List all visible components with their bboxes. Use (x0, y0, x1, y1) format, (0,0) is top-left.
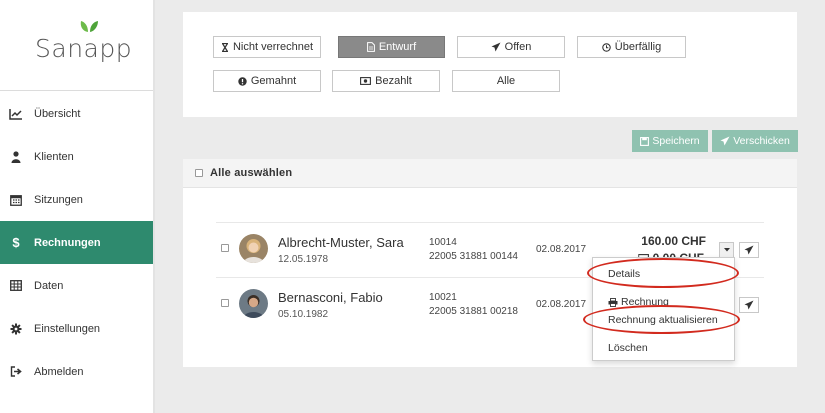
filter-label: Überfällig (614, 41, 662, 53)
client-dob: 05.10.1982 (278, 309, 329, 320)
avatar (239, 289, 268, 318)
filter-gemahnt-button[interactable]: Gemahnt (213, 70, 321, 92)
money-icon (360, 77, 372, 85)
send-button[interactable]: Verschicken (712, 130, 798, 152)
sidebar-item-rechnungen[interactable]: $ Rechnungen (0, 221, 153, 264)
paper-plane-icon (491, 42, 501, 52)
list-header: Alle auswählen (183, 159, 797, 188)
send-label: Verschicken (733, 135, 790, 147)
paper-plane-icon (720, 136, 730, 146)
filter-label: Alle (496, 75, 516, 87)
row-checkbox[interactable] (221, 299, 229, 307)
filter-ueberfaellig-button[interactable]: Überfällig (577, 36, 686, 58)
row-send-button[interactable] (739, 297, 759, 313)
menu-item-label: Rechnung aktualisieren (608, 314, 718, 326)
sidebar: Sanapp Übersicht Klienten Sitzungen $ Re… (0, 0, 155, 413)
menu-item-rechnung[interactable]: Rechnung (608, 296, 669, 308)
menu-item-label: Löschen (608, 342, 648, 354)
client-dob: 12.05.1978 (278, 254, 329, 265)
menu-item-loeschen[interactable]: Löschen (608, 342, 648, 354)
caret-down-icon (723, 248, 730, 252)
paper-plane-icon (744, 300, 754, 310)
filter-bezahlt-button[interactable]: Bezahlt (332, 70, 440, 92)
invoice-date: 02.08.2017 (536, 244, 587, 255)
filter-label: Entwurf (378, 41, 417, 53)
row-divider (216, 222, 764, 223)
sidebar-item-label: Sitzungen (34, 193, 83, 206)
app-logo: Sanapp (35, 34, 133, 63)
save-label: Speichern (652, 135, 700, 147)
filter-entwurf-button[interactable]: Entwurf (338, 36, 445, 58)
menu-item-details[interactable]: Details (608, 268, 640, 280)
row-send-button[interactable] (739, 242, 759, 258)
filter-alle-button[interactable]: Alle (452, 70, 560, 92)
sidebar-item-abmelden[interactable]: Abmelden (0, 350, 153, 393)
dollar-icon: $ (12, 235, 20, 250)
file-icon (366, 42, 375, 52)
filter-offen-button[interactable]: Offen (457, 36, 565, 58)
sidebar-divider (0, 90, 153, 91)
sidebar-item-label: Übersicht (34, 107, 81, 120)
sidebar-item-daten[interactable]: Daten (0, 264, 153, 307)
sidebar-item-label: Klienten (34, 150, 74, 163)
invoice-number: 10014 (429, 237, 457, 248)
chart-line-icon (9, 107, 23, 121)
filter-label: Nicht verrechnet (232, 41, 314, 53)
invoice-number: 10021 (429, 292, 457, 303)
select-all-checkbox[interactable] (195, 169, 203, 177)
filter-nicht-verrechnet-button[interactable]: Nicht verrechnet (213, 36, 321, 58)
clock-icon (602, 42, 611, 52)
sidebar-item-label: Rechnungen (34, 236, 101, 249)
gear-icon (9, 322, 23, 336)
row-actions-dropdown-toggle[interactable] (719, 242, 734, 258)
calendar-icon (9, 193, 23, 207)
invoice-amount: 160.00 CHF (641, 234, 706, 248)
menu-item-rechnung-aktualisieren[interactable]: Rechnung aktualisieren (608, 314, 718, 326)
invoice-reference: 22005 31881 00144 (429, 251, 518, 262)
sidebar-item-klienten[interactable]: Klienten (0, 135, 153, 178)
user-icon (9, 150, 23, 164)
filter-label: Gemahnt (250, 75, 297, 87)
row-checkbox[interactable] (221, 244, 229, 252)
select-all-label: Alle auswählen (210, 167, 293, 179)
table-icon (9, 279, 23, 293)
client-name[interactable]: Bernasconi, Fabio (278, 290, 383, 305)
filter-panel: Nicht verrechnet Entwurf Offen Überfälli… (183, 12, 797, 117)
sidebar-item-einstellungen[interactable]: Einstellungen (0, 307, 153, 350)
hourglass-icon (221, 42, 228, 52)
invoice-reference: 22005 31881 00218 (429, 306, 518, 317)
print-icon (608, 297, 618, 307)
sidebar-item-uebersicht[interactable]: Übersicht (0, 92, 153, 135)
save-icon (640, 136, 650, 146)
row-actions-menu: Details Rechnung Rechnung aktualisieren … (592, 257, 735, 361)
filter-label: Bezahlt (375, 75, 412, 87)
sidebar-item-label: Einstellungen (34, 322, 101, 335)
invoice-date: 02.08.2017 (536, 299, 587, 310)
leaf-logo-icon (80, 21, 98, 32)
avatar (239, 234, 268, 263)
filter-label: Offen (504, 41, 532, 53)
sign-out-icon (9, 365, 23, 379)
paper-plane-icon (744, 245, 754, 255)
menu-item-label: Details (608, 268, 641, 280)
client-name[interactable]: Albrecht-Muster, Sara (278, 235, 404, 250)
menu-item-label: Rechnung (621, 296, 669, 308)
sidebar-item-sitzungen[interactable]: Sitzungen (0, 178, 153, 221)
save-button[interactable]: Speichern (632, 130, 708, 152)
sidebar-item-label: Abmelden (34, 365, 84, 378)
exclamation-circle-icon (238, 76, 247, 86)
sidebar-item-label: Daten (34, 279, 64, 292)
